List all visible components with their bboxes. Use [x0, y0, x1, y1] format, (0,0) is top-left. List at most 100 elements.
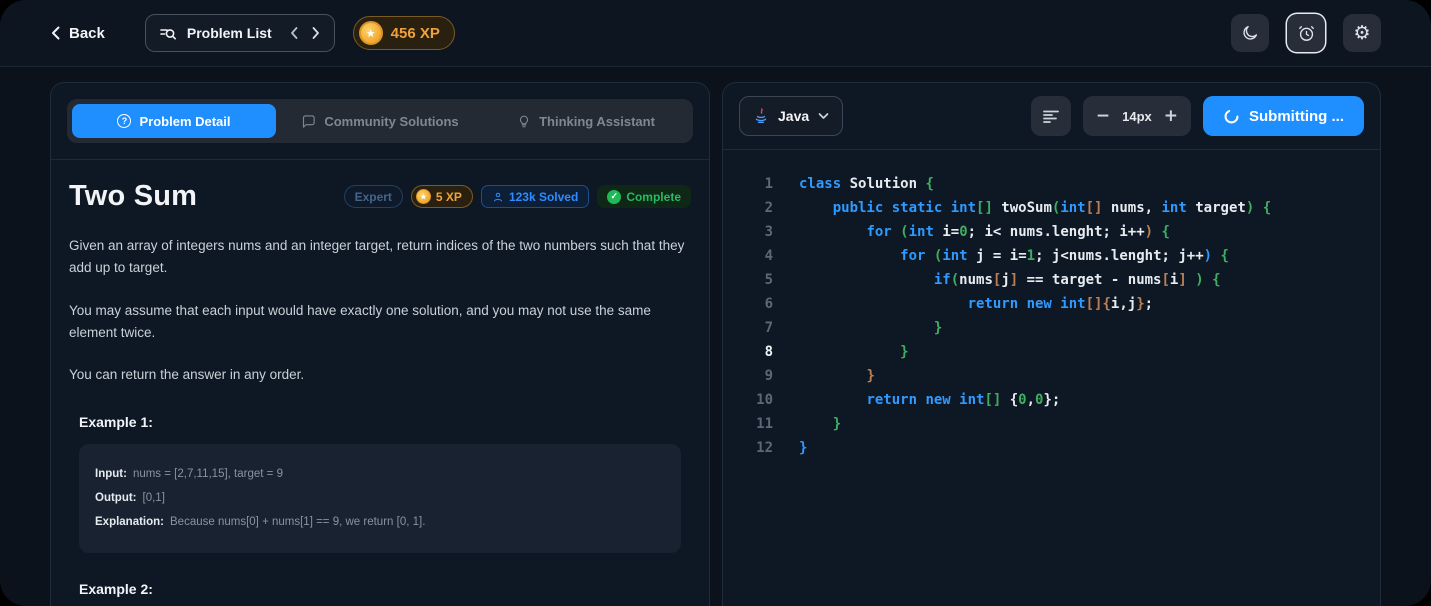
xp-total-badge[interactable]: ★ 456 XP: [353, 16, 455, 50]
code-text: public static int[] twoSum(int[] nums, i…: [799, 200, 1271, 216]
problem-examples: Example 1: Input: nums = [2,7,11,15], targ…: [69, 414, 691, 606]
font-size-decrease-button[interactable]: −: [1096, 106, 1110, 126]
code-line[interactable]: 11 }: [741, 412, 1380, 436]
editor-panel: Java − 14px +: [722, 82, 1381, 606]
code-line[interactable]: 5 if(nums[j] == target - nums[i] ) {: [741, 268, 1380, 292]
line-number: 8: [741, 344, 773, 360]
tab-community-solutions[interactable]: Community Solutions: [278, 104, 482, 138]
font-size-stepper: − 14px +: [1083, 96, 1191, 136]
example-row: Explanation: Because nums[0] + nums[1] ==…: [95, 514, 665, 530]
title-row: Two Sum Expert ★ 5 XP: [69, 180, 691, 213]
settings-button[interactable]: ⚙: [1343, 14, 1381, 52]
top-header: Back Problem List ★ 456 XP: [0, 0, 1431, 67]
code-text: }: [799, 416, 841, 432]
example-label: Example 1:: [79, 414, 681, 430]
question-circle-icon: ?: [117, 114, 131, 128]
code-text: if(nums[j] == target - nums[i] ) {: [799, 272, 1221, 288]
description-paragraph: Given an array of integers nums and an i…: [69, 235, 691, 279]
code-line[interactable]: 2 public static int[] twoSum(int[] nums,…: [741, 196, 1380, 220]
problem-list-label: Problem List: [187, 25, 272, 41]
submit-label: Submitting ...: [1249, 108, 1344, 125]
tab-thinking-assistant[interactable]: Thinking Assistant: [484, 104, 688, 138]
timer-button[interactable]: [1287, 14, 1325, 52]
next-problem-button[interactable]: [311, 27, 320, 39]
code-text: }: [799, 368, 875, 384]
problem-title: Two Sum: [69, 180, 197, 213]
difficulty-badge: Expert: [344, 185, 403, 208]
problem-list-selector[interactable]: Problem List: [145, 14, 335, 52]
difficulty-label: Expert: [355, 190, 392, 204]
coin-star-icon: ★: [416, 189, 431, 204]
line-number: 6: [741, 296, 773, 312]
code-line[interactable]: 3 for (int i=0; i< nums.lenght; i++) {: [741, 220, 1380, 244]
example-box: Input: nums = [2,7,11,15], target = 9 Outp…: [79, 444, 681, 552]
code-text: return new int[] {0,0};: [799, 392, 1060, 408]
status-badge: ✓ Complete: [597, 185, 691, 208]
code-text: for (int i=0; i< nums.lenght; i++) {: [799, 224, 1170, 240]
problem-panel: ? Problem Detail Community Solutions Thi…: [50, 82, 710, 606]
xp-total-label: 456 XP: [391, 25, 440, 42]
back-button[interactable]: Back: [50, 25, 105, 42]
description-paragraph: You can return the answer in any order.: [69, 364, 691, 386]
code-editor[interactable]: 1class Solution {2 public static int[] t…: [723, 150, 1380, 606]
code-line[interactable]: 9 }: [741, 364, 1380, 388]
dark-mode-button[interactable]: [1231, 14, 1269, 52]
line-number: 9: [741, 368, 773, 384]
code-line[interactable]: 6 return new int[]{i,j};: [741, 292, 1380, 316]
tab-label: Thinking Assistant: [539, 114, 655, 129]
xp-reward-label: 5 XP: [436, 190, 462, 204]
solved-count-badge: 123k Solved: [481, 185, 589, 208]
code-line[interactable]: 8 }: [741, 340, 1380, 364]
line-number: 3: [741, 224, 773, 240]
format-code-button[interactable]: [1031, 96, 1071, 136]
font-size-increase-button[interactable]: +: [1164, 106, 1178, 126]
alarm-timer-icon: [1297, 24, 1316, 43]
example-row: Input: nums = [2,7,11,15], target = 9: [95, 466, 665, 482]
moon-icon: [1241, 24, 1259, 42]
submit-button[interactable]: Submitting ...: [1203, 96, 1364, 136]
xp-reward-badge: ★ 5 XP: [411, 185, 473, 208]
problem-tabbar: ? Problem Detail Community Solutions Thi…: [67, 99, 693, 143]
code-line[interactable]: 7 }: [741, 316, 1380, 340]
code-text: for (int j = i=1; j<nums.lenght; j++) {: [799, 248, 1229, 264]
example-row-value: nums = [2,7,11,15], target = 9: [133, 468, 283, 480]
problem-badges: Expert ★ 5 XP 123k Solved: [344, 185, 691, 208]
font-size-value: 14px: [1122, 109, 1152, 124]
example-label: Example 2:: [79, 581, 681, 597]
description-paragraph: You may assume that each input would hav…: [69, 300, 691, 344]
app-window: Back Problem List ★ 456 XP: [0, 0, 1431, 606]
prev-problem-button[interactable]: [290, 27, 299, 39]
code-line[interactable]: 10 return new int[] {0,0};: [741, 388, 1380, 412]
align-left-icon: [1043, 110, 1059, 123]
tab-label: Problem Detail: [139, 114, 230, 129]
check-circle-icon: ✓: [607, 190, 621, 204]
problem-detail-body: Two Sum Expert ★ 5 XP: [51, 160, 709, 606]
code-text: }: [799, 320, 942, 336]
example-row: Output: [0,1]: [95, 490, 665, 506]
line-number: 12: [741, 440, 773, 456]
code-line[interactable]: 4 for (int j = i=1; j<nums.lenght; j++) …: [741, 244, 1380, 268]
line-number: 7: [741, 320, 773, 336]
back-label: Back: [69, 25, 105, 42]
coin-star-icon: ★: [359, 21, 383, 45]
example-row-value: Because nums[0] + nums[1] == 9, we retur…: [170, 516, 425, 528]
language-label: Java: [778, 108, 809, 124]
problem-description: Given an array of integers nums and an i…: [69, 235, 691, 386]
spinner-icon: [1223, 108, 1240, 125]
status-label: Complete: [626, 190, 681, 204]
code-line[interactable]: 1class Solution {: [741, 172, 1380, 196]
example-row-label: Input:: [95, 468, 127, 480]
example-row-value: [0,1]: [143, 492, 165, 504]
chevron-left-icon: [50, 26, 62, 40]
lightbulb-icon: [517, 114, 531, 129]
code-line[interactable]: 12}: [741, 436, 1380, 460]
code-text: }: [799, 344, 909, 360]
main-content: ? Problem Detail Community Solutions Thi…: [0, 67, 1431, 606]
example-row-label: Explanation:: [95, 516, 164, 528]
language-select[interactable]: Java: [739, 96, 843, 136]
line-number: 1: [741, 176, 773, 192]
example-row-label: Output:: [95, 492, 137, 504]
tab-problem-detail[interactable]: ? Problem Detail: [72, 104, 276, 138]
line-number: 4: [741, 248, 773, 264]
chat-bubble-icon: [301, 114, 316, 129]
